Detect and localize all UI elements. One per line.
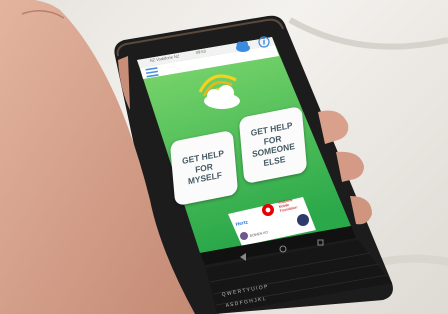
bowen-ko-avatar: [240, 232, 248, 240]
vodafone-logo-inner: [265, 207, 271, 213]
palm-under-phone: [118, 56, 130, 110]
myself-line-3: MYSELF: [187, 169, 223, 187]
get-help-someone-else-button[interactable]: GET HELP FOR SOMEONE ELSE: [238, 105, 308, 185]
police-badge-logo: [297, 214, 309, 226]
fabric-fold: [288, 17, 448, 50]
get-help-myself-button[interactable]: GET HELP FOR MYSELF: [169, 129, 239, 207]
